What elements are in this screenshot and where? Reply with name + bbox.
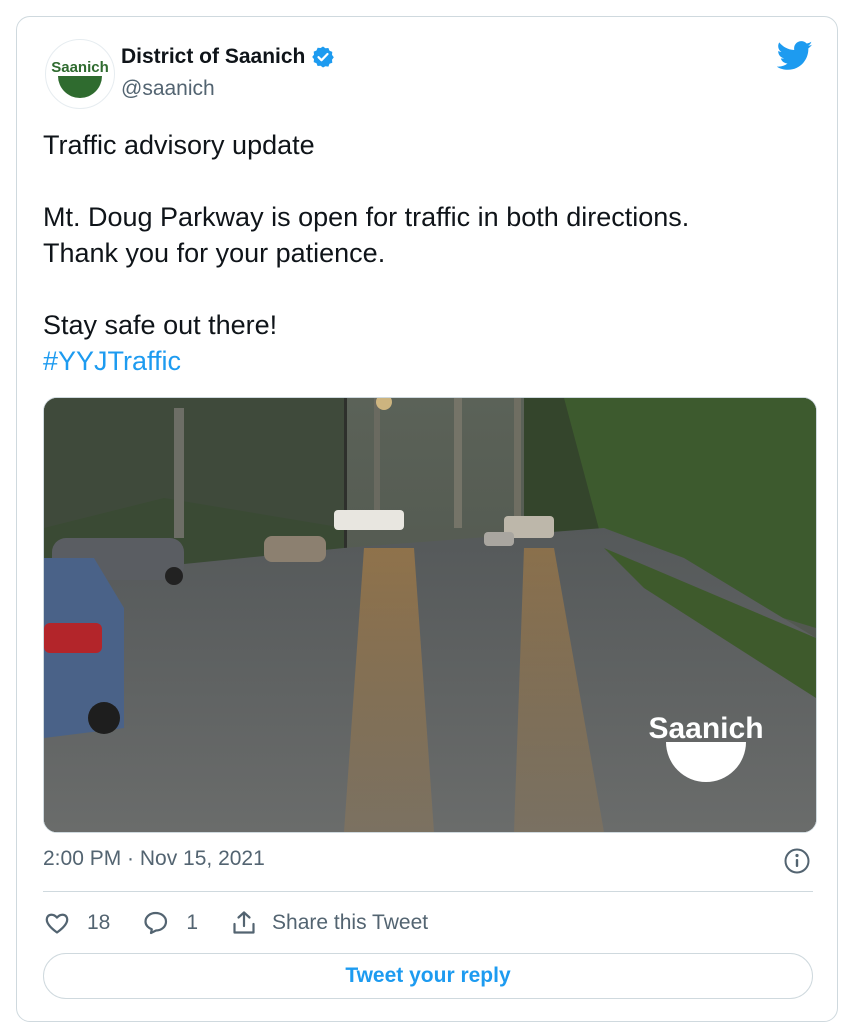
tweet-line: Mt. Doug Parkway is open for traffic in … [43, 202, 690, 232]
info-icon[interactable] [783, 847, 811, 875]
action-bar: 18 1 Share this Tweet [43, 905, 460, 941]
tweet-card: Saanich District of Saanich @saanich Tra… [16, 16, 838, 1022]
share-icon [233, 911, 255, 934]
tweet-body: Traffic advisory update Mt. Doug Parkway… [43, 127, 813, 379]
author-handle[interactable]: @saanich [121, 77, 215, 101]
reply-button[interactable]: 1 [142, 909, 198, 937]
author-name-row[interactable]: District of Saanich [121, 45, 335, 69]
tweet-line: Traffic advisory update [43, 130, 315, 160]
hashtag-link[interactable]: #YYJTraffic [43, 343, 813, 379]
divider [43, 891, 813, 892]
verified-badge-icon [312, 46, 335, 68]
saanich-watermark-icon: Saanich [648, 712, 764, 782]
comment-icon [144, 911, 168, 935]
tweet-your-reply-button[interactable]: Tweet your reply [43, 953, 813, 999]
avatar[interactable]: Saanich [45, 39, 115, 109]
tweet-photo[interactable]: Saanich [43, 397, 817, 833]
tweet-timestamp[interactable]: 2:00 PM · Nov 15, 2021 [43, 847, 265, 871]
author-display-name[interactable]: District of Saanich [121, 45, 305, 69]
svg-text:Saanich: Saanich [648, 712, 763, 745]
svg-text:Saanich: Saanich [51, 59, 109, 76]
share-label: Share this Tweet [272, 911, 429, 934]
tweet-line: Stay safe out there! [43, 310, 278, 340]
saanich-logo-icon: Saanich [51, 59, 109, 98]
tweet-line: Thank you for your patience. [43, 238, 386, 268]
heart-icon [45, 913, 69, 934]
share-button[interactable]: Share this Tweet [230, 909, 428, 937]
twitter-bird-icon[interactable] [777, 41, 813, 71]
reply-count: 1 [186, 911, 199, 934]
like-button[interactable]: 18 [43, 909, 110, 937]
like-count: 18 [87, 911, 111, 934]
